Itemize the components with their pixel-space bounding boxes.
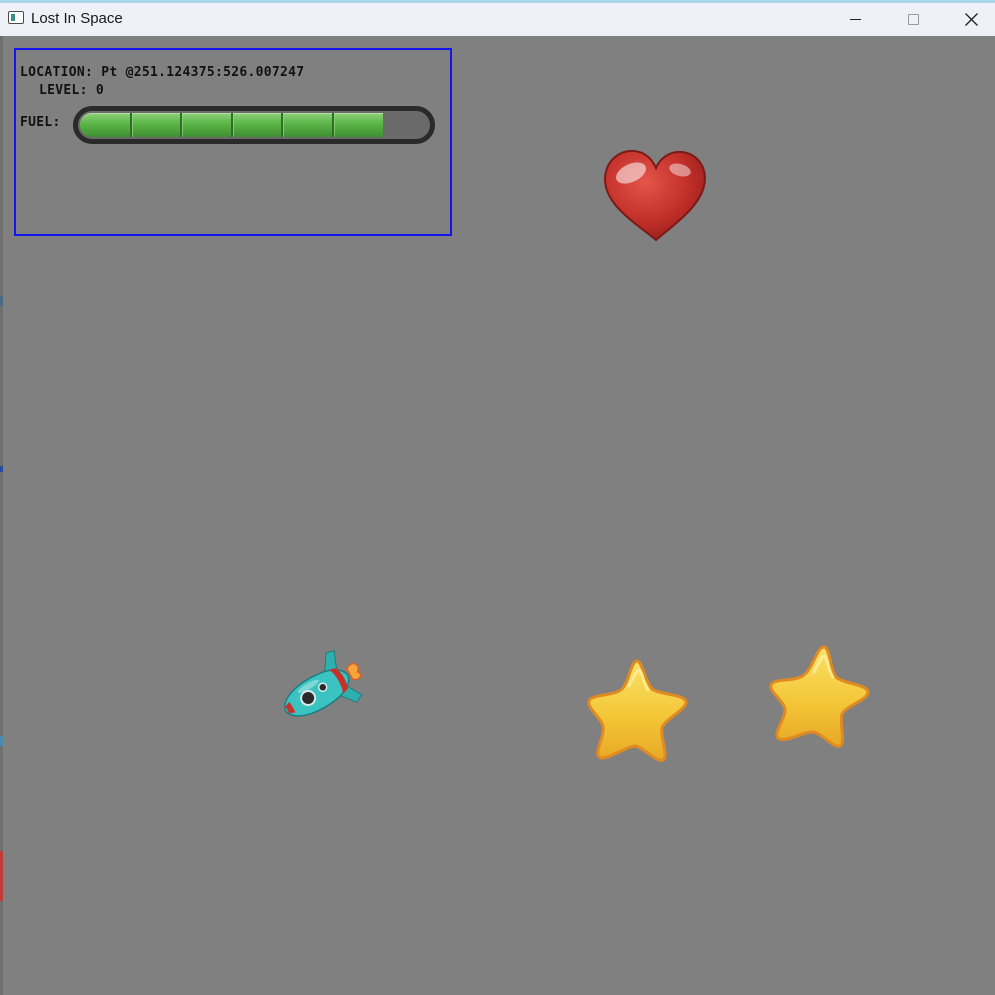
minimize-button[interactable]: [826, 3, 884, 36]
window-edge: [0, 36, 3, 995]
close-icon: [964, 13, 978, 26]
close-button[interactable]: [942, 3, 995, 36]
location-readout: LOCATION: Pt @251.124375:526.007247: [20, 65, 305, 80]
fuel-segment-divider: [180, 113, 182, 137]
window-title: Lost In Space: [31, 10, 123, 27]
fuel-label: FUEL:: [20, 115, 61, 130]
level-readout: LEVEL: 0: [39, 83, 105, 98]
fuel-segment-divider: [231, 113, 233, 137]
minimize-icon: [849, 19, 861, 20]
fuel-segment-divider: [332, 113, 334, 137]
app-icon: [8, 11, 24, 24]
heart-icon: [603, 149, 706, 242]
fuel-gauge: [73, 106, 435, 144]
maximize-button[interactable]: [884, 3, 942, 36]
hud-panel: LOCATION: Pt @251.124375:526.007247 LEVE…: [14, 48, 452, 236]
fuel-segment-divider: [281, 113, 283, 137]
fuel-segment-divider: [130, 113, 132, 137]
game-window: Lost In Space LOCATION: Pt @251.124375:5…: [0, 0, 995, 995]
maximize-icon: [907, 14, 919, 25]
star-icon: [769, 645, 870, 748]
rocket-icon: [284, 650, 363, 717]
star-icon: [587, 659, 688, 762]
title-bar: Lost In Space: [0, 0, 995, 36]
